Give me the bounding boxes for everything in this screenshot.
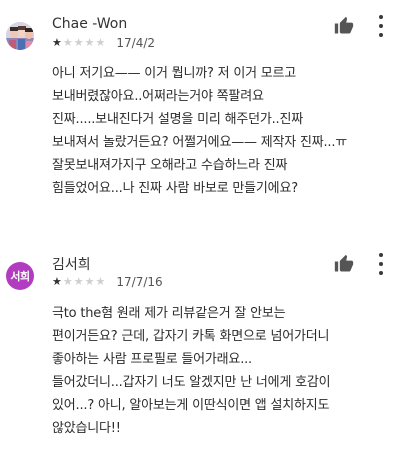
star-icon: ★: [95, 275, 107, 288]
star-icon: ★: [95, 36, 107, 49]
rating-row: ★ ★ ★ ★ ★ 17/7/16: [52, 275, 163, 289]
review-text-line: 들어갔더니...갑자기 너도 알겠지만 난 너에게 호감이: [52, 375, 331, 390]
star-icon: ★: [52, 36, 63, 49]
avatar-photo: [6, 22, 34, 50]
review-author: 김서희: [52, 257, 91, 273]
star-rating: ★ ★ ★ ★ ★: [52, 37, 106, 49]
star-icon: ★: [52, 275, 63, 288]
review-text-line: 있어...? 아니, 알아보는게 이딴식이면 앱 설치하지도: [52, 398, 330, 413]
avatar-initials: 서희: [10, 270, 30, 283]
review-date: 17/4/2: [116, 36, 155, 50]
review-text-line: 잘못보내져가지구 오해라고 수습하느라 진짜: [52, 158, 288, 173]
review-text-line: 진짜.....보내진다거 설명을 미리 해주던가..진짜: [52, 112, 304, 127]
avatar[interactable]: 서희: [6, 262, 34, 290]
review-text: 아니 저기요—— 이거 뭡니까? 저 이거 모르고 보내버렸잖아요..어쩌라는거…: [52, 62, 396, 200]
star-icon: ★: [73, 36, 85, 49]
review-text-line: 아니 저기요—— 이거 뭡니까? 저 이거 모르고: [52, 66, 297, 81]
review-text-line: 편이거든요? 근데, 갑자기 카톡 화면으로 넘어가더니: [52, 329, 330, 344]
review-text: 극to the혐 원래 제가 리뷰같은거 잘 안보는 편이거든요? 근데, 갑자…: [52, 302, 396, 440]
more-vert-icon[interactable]: [376, 253, 386, 275]
star-icon: ★: [62, 275, 74, 288]
review-text-line: 보내져서 놀랐거든요? 어쩔거에요—— 제작자 진짜...ㅠ: [52, 135, 348, 150]
star-icon: ★: [84, 275, 96, 288]
star-rating: ★ ★ ★ ★ ★: [52, 276, 106, 288]
review-text-line: 극to the혐 원래 제가 리뷰같은거 잘 안보는: [52, 306, 286, 321]
avatar[interactable]: [6, 22, 34, 50]
star-icon: ★: [84, 36, 96, 49]
review-text-line: 힘들었어요...나 진짜 사람 바보로 만들기에요?: [52, 181, 298, 196]
rating-row: ★ ★ ★ ★ ★ 17/4/2: [52, 36, 155, 50]
thumbs-up-icon[interactable]: [334, 254, 354, 274]
review-text-line: 않았습니다!!: [52, 421, 121, 436]
star-icon: ★: [73, 275, 85, 288]
thumbs-up-icon[interactable]: [334, 16, 354, 36]
star-icon: ★: [62, 36, 74, 49]
review-author: Chae -Won: [52, 16, 128, 32]
review-date: 17/7/16: [116, 275, 163, 289]
review-text-line: 보내버렸잖아요..어쩌라는거야 쪽팔려요: [52, 89, 264, 104]
review-text-line: 좋아하는 사람 프로필로 들어가래요...: [52, 352, 252, 367]
more-vert-icon[interactable]: [376, 15, 386, 37]
